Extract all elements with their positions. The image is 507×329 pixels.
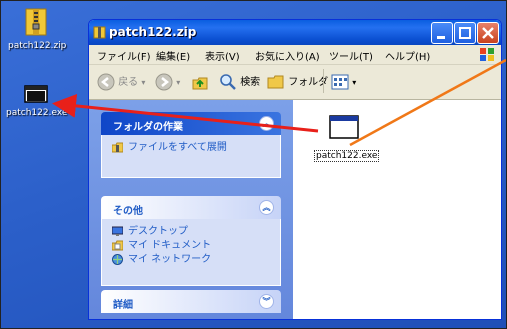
file-item-exe[interactable]: patch122.exe: [314, 115, 380, 162]
my-network-link[interactable]: マイ ネットワーク: [102, 253, 280, 267]
my-documents-label: マイ ドキュメント: [128, 240, 212, 251]
extract-folder-icon: [112, 142, 123, 153]
folders-button[interactable]: フォルダ: [267, 73, 328, 91]
details-panel: 詳細 ︾: [101, 290, 281, 313]
chevron-down-icon: ▾: [141, 78, 146, 87]
file-item-label: patch122.exe: [314, 150, 380, 162]
folder-icon: [267, 75, 284, 89]
maximize-icon: [459, 27, 471, 39]
toolbar: 戻る ▾ ▾ 検索 フォルダ ▾: [89, 65, 501, 100]
up-folder-icon: [192, 77, 208, 90]
task-pane: フォルダの作業 ︽ ファイルをすべて展開 その他 ︽ デスクトップ マイ ドキュ…: [89, 100, 293, 319]
desktop-link[interactable]: デスクトップ: [102, 225, 280, 239]
other-places-header[interactable]: その他 ︽: [101, 196, 281, 219]
search-button[interactable]: 検索: [219, 73, 260, 91]
menu-edit[interactable]: 編集(E): [156, 48, 190, 63]
menu-help[interactable]: ヘルプ(H): [385, 48, 430, 63]
folder-tasks-body: ファイルをすべて展開: [101, 135, 281, 178]
back-arrow-icon: [97, 73, 115, 91]
menu-file[interactable]: ファイル(F): [97, 48, 151, 63]
desktop-icon-exe[interactable]: patch122.exe: [6, 85, 68, 118]
my-documents-icon: [112, 240, 123, 251]
desktop-icon-zip-label: patch122.zip: [8, 41, 67, 51]
zip-folder-icon: [93, 26, 106, 39]
explorer-window: patch122.zip ファイル(F) 編集(E) 表示(V) お気に入り(A…: [88, 19, 502, 320]
views-grid-icon: [331, 74, 349, 90]
views-button[interactable]: ▾: [331, 73, 356, 91]
desktop-icon-exe-label: patch122.exe: [6, 108, 68, 118]
close-button[interactable]: [477, 22, 499, 44]
details-header[interactable]: 詳細 ︾: [101, 290, 281, 313]
menu-favorites[interactable]: お気に入り(A): [255, 48, 320, 63]
windows-logo-icon: [480, 48, 494, 61]
expand-chevron-icon[interactable]: ︾: [259, 294, 274, 309]
menu-tools[interactable]: ツール(T): [329, 48, 373, 63]
search-label: 検索: [240, 77, 261, 88]
forward-arrow-icon: [155, 73, 173, 91]
forward-button[interactable]: ▾: [155, 73, 180, 91]
back-button[interactable]: 戻る ▾: [97, 73, 145, 91]
collapse-chevron-icon[interactable]: ︽: [259, 200, 274, 215]
search-icon: [220, 74, 236, 90]
folder-tasks-panel: フォルダの作業 ︽ ファイルをすべて展開: [101, 112, 281, 178]
folder-tasks-header[interactable]: フォルダの作業 ︽: [101, 112, 281, 135]
menu-view[interactable]: 表示(V): [205, 48, 240, 63]
collapse-chevron-icon[interactable]: ︽: [259, 116, 274, 131]
extract-all-label: ファイルをすべて展開: [128, 142, 227, 153]
chevron-down-icon: ▾: [176, 78, 181, 87]
network-globe-icon: [112, 254, 123, 265]
menu-bar: ファイル(F) 編集(E) 表示(V) お気に入り(A) ツール(T) ヘルプ(…: [89, 45, 501, 65]
toolbar-separator: [323, 69, 324, 93]
minimize-button[interactable]: [431, 22, 453, 44]
content-area: フォルダの作業 ︽ ファイルをすべて展開 その他 ︽ デスクトップ マイ ドキュ…: [89, 100, 501, 319]
up-folder-button[interactable]: [191, 73, 209, 94]
my-documents-link[interactable]: マイ ドキュメント: [102, 239, 280, 253]
window-title: patch122.zip: [109, 25, 197, 39]
folder-tasks-title: フォルダの作業: [113, 122, 183, 133]
back-label: 戻る: [118, 77, 139, 88]
close-icon: [482, 27, 494, 39]
other-places-title: その他: [113, 206, 143, 217]
other-places-body: デスクトップ マイ ドキュメント マイ ネットワーク: [101, 219, 281, 286]
details-title: 詳細: [113, 300, 133, 311]
title-bar[interactable]: patch122.zip: [89, 20, 501, 45]
chevron-down-icon: ▾: [352, 78, 357, 87]
exe-program-icon: [329, 115, 359, 139]
desktop-icon-zip[interactable]: patch122.zip: [8, 8, 67, 51]
zip-folder-icon: [25, 8, 47, 36]
exe-program-icon: [24, 85, 48, 103]
extract-all-link[interactable]: ファイルをすべて展開: [102, 141, 280, 155]
my-network-label: マイ ネットワーク: [128, 254, 212, 265]
minimize-icon: [437, 36, 445, 39]
maximize-button[interactable]: [454, 22, 476, 44]
other-places-panel: その他 ︽ デスクトップ マイ ドキュメント マイ ネットワーク: [101, 196, 281, 286]
desktop-icon: [112, 226, 123, 236]
desktop-label: デスクトップ: [128, 226, 188, 237]
